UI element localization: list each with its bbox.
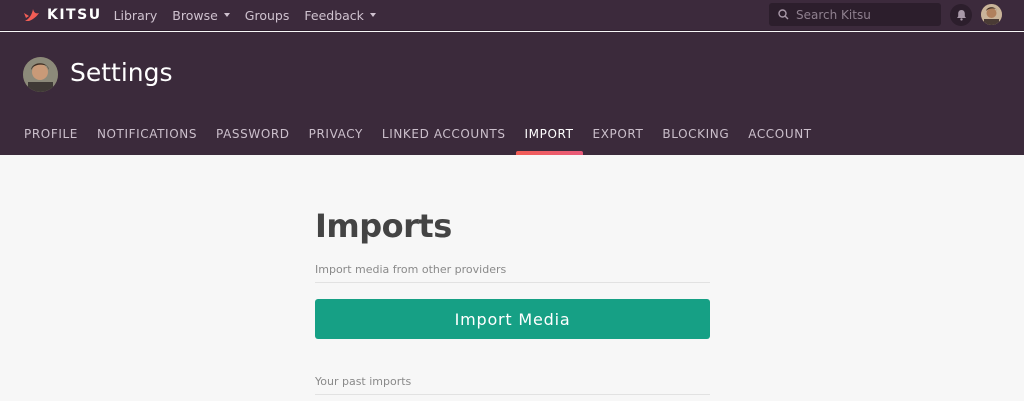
nav-groups[interactable]: Groups	[245, 8, 290, 23]
user-avatar-menu[interactable]	[981, 4, 1002, 25]
search-icon	[778, 9, 789, 20]
search-input[interactable]	[796, 7, 936, 22]
tab-account[interactable]: ACCOUNT	[748, 123, 812, 155]
chevron-down-icon	[223, 13, 230, 17]
tab-linked-accounts[interactable]: LINKED ACCOUNTS	[382, 123, 506, 155]
page-title: Settings	[70, 58, 173, 87]
settings-header: Settings PROFILE NOTIFICATIONS PASSWORD …	[0, 32, 1024, 155]
kitsu-logo[interactable]: KITSU	[23, 7, 102, 23]
import-section-label: Import media from other providers	[315, 263, 710, 283]
top-navbar: KITSU Library Browse Groups Feedback	[0, 0, 1024, 31]
nav-browse-label: Browse	[172, 7, 218, 23]
tab-blocking[interactable]: BLOCKING	[662, 123, 729, 155]
notifications-button[interactable]	[950, 4, 972, 26]
chevron-down-icon	[369, 13, 376, 17]
tab-import[interactable]: IMPORT	[515, 123, 583, 155]
search-box[interactable]	[769, 3, 941, 26]
nav-library-label: Library	[113, 7, 158, 23]
tab-notifications[interactable]: NOTIFICATIONS	[97, 123, 197, 155]
tab-privacy[interactable]: PRIVACY	[309, 123, 363, 155]
profile-avatar	[23, 57, 58, 92]
import-media-button[interactable]: Import Media	[315, 299, 710, 339]
bell-icon	[956, 10, 966, 21]
nav-library[interactable]: Library	[114, 8, 158, 23]
imports-title: Imports	[315, 207, 452, 245]
tab-export[interactable]: EXPORT	[593, 123, 644, 155]
tab-profile[interactable]: PROFILE	[24, 123, 78, 155]
avatar-icon	[23, 57, 58, 92]
tab-password[interactable]: PASSWORD	[216, 123, 290, 155]
kitsu-logo-icon	[24, 9, 39, 21]
avatar-icon	[981, 4, 1002, 25]
past-imports-label: Your past imports	[315, 375, 710, 395]
settings-tabs: PROFILE NOTIFICATIONS PASSWORD PRIVACY L…	[0, 123, 831, 155]
nav-groups-label: Groups	[244, 7, 290, 23]
nav-browse[interactable]: Browse	[172, 8, 230, 23]
brand-name: KITSU	[47, 7, 102, 23]
nav-feedback[interactable]: Feedback	[304, 8, 376, 23]
nav-feedback-label: Feedback	[304, 7, 364, 23]
